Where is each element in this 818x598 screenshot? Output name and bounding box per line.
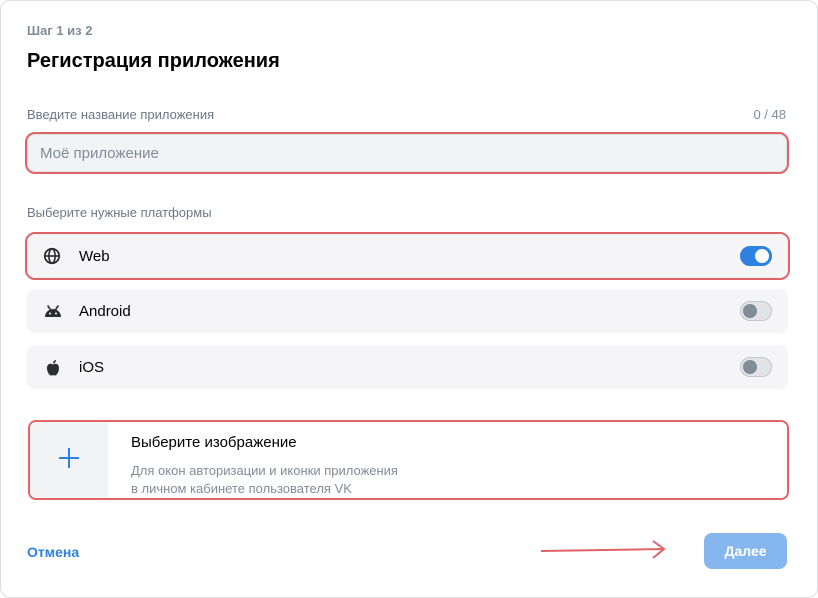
cancel-button[interactable]: Отмена (27, 544, 79, 560)
web-toggle[interactable] (740, 246, 772, 266)
plus-icon (57, 446, 81, 475)
step-indicator: Шаг 1 из 2 (27, 23, 93, 38)
char-counter: 0 / 48 (753, 107, 786, 122)
description-line: Для окон авторизации и иконки приложения (131, 463, 398, 478)
platform-row-ios[interactable]: iOS (27, 345, 788, 389)
android-icon (43, 302, 63, 322)
platforms-label: Выберите нужные платформы (27, 205, 212, 220)
platform-label-web: Web (79, 247, 110, 265)
toggle-knob (743, 304, 757, 318)
apple-icon (43, 358, 63, 378)
image-placeholder[interactable] (30, 422, 108, 498)
android-toggle[interactable] (740, 301, 772, 321)
globe-icon (43, 247, 63, 267)
platform-label-ios: iOS (79, 358, 105, 376)
app-name-input[interactable] (25, 132, 789, 174)
toggle-knob (755, 249, 769, 263)
platform-label-android: Android (79, 302, 131, 320)
image-picker[interactable]: Выберите изображение Для окон авторизаци… (28, 420, 789, 500)
dialog-title: Регистрация приложения (27, 50, 280, 72)
platform-row-android[interactable]: Android (27, 289, 788, 333)
app-name-label: Введите название приложения (27, 107, 215, 122)
platform-row-web[interactable]: Web (25, 232, 790, 280)
image-picker-title: Выберите изображение (131, 434, 297, 451)
toggle-knob (743, 360, 757, 374)
next-button[interactable]: Далее (704, 533, 787, 569)
registration-dialog: Шаг 1 из 2 Регистрация приложения Введит… (0, 0, 818, 598)
image-picker-description: Для окон авторизации и иконки приложения… (131, 462, 451, 498)
description-line: в личном кабинете пользователя VK (131, 481, 352, 496)
arrow-annotation (541, 540, 666, 559)
ios-toggle[interactable] (740, 357, 772, 377)
